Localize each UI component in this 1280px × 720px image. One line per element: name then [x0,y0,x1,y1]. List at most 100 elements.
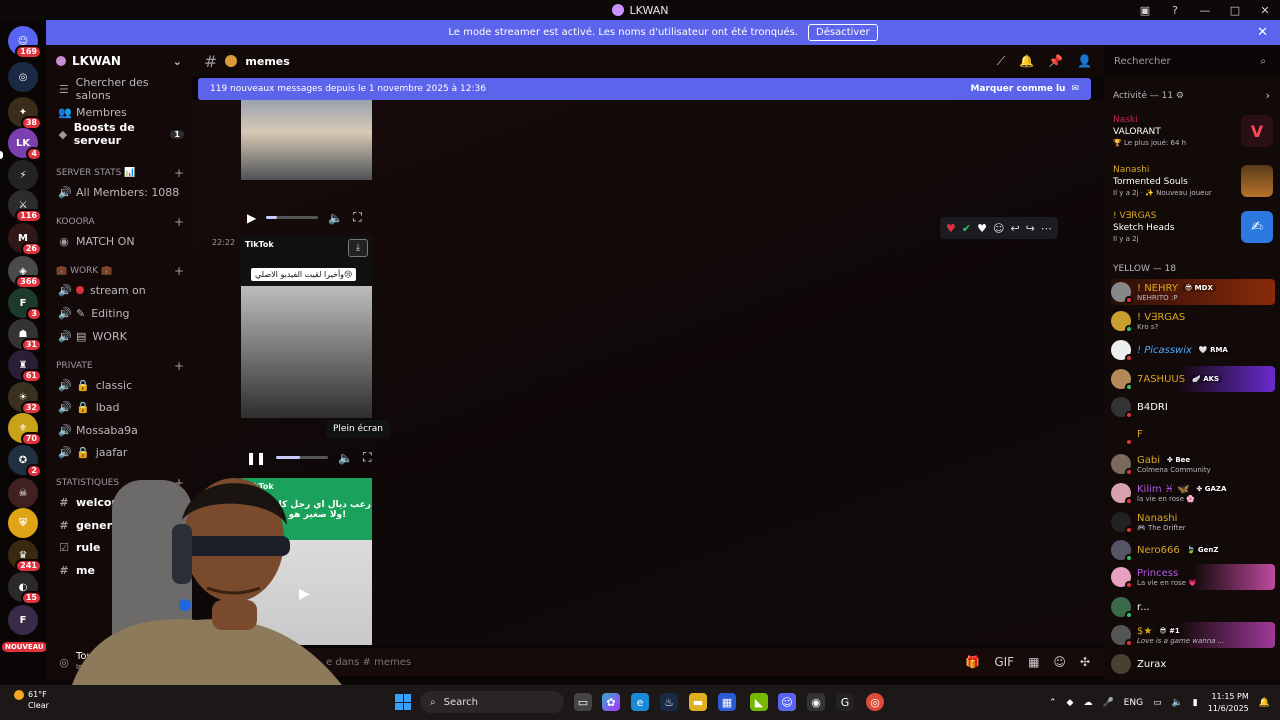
server-icon[interactable]: ☠ [8,478,38,508]
server-icon[interactable]: ⚡ [8,160,38,190]
channel-jaafar[interactable]: 🔊 🔒 jaafar [54,442,184,462]
copilot-icon[interactable]: ✿ [602,693,620,711]
channel-all-members[interactable]: 🔊 All Members: 1088 [54,182,184,202]
steam-icon[interactable]: ♨ [660,693,678,711]
add-channel-icon[interactable]: + [174,264,184,278]
new-messages-bar[interactable]: 119 nouveaux messages depuis le 1 novemb… [198,78,1091,100]
member-row[interactable]: Kilim ♓ 🦋 ✤ GAZA la vie en rose 🌸 [1111,480,1275,506]
category-koora[interactable]: KOOORA + [56,215,184,229]
volume-icon[interactable]: 🔈 [338,451,353,465]
channel-match-on[interactable]: ◉ MATCH ON [54,231,184,251]
sticker-icon[interactable]: ▦ [1028,655,1039,669]
emoji-picker-icon[interactable]: ☺ [1053,655,1066,669]
mark-as-read-button[interactable]: Marquer comme lu [970,84,1065,94]
channel-lbad[interactable]: 🔊 🔒 lbad [54,397,184,417]
forward-icon[interactable]: ↪ [1026,222,1035,235]
apps-icon[interactable]: ✣ [1080,655,1090,669]
category-server-stats[interactable]: SERVER STATS 📊 + [56,166,184,180]
browse-channels[interactable]: ☰ Chercher des salons [54,76,184,102]
app-icon[interactable]: G [836,693,854,711]
nvidia-icon[interactable]: ◣ [750,693,768,711]
chevron-right-icon[interactable]: › [1266,89,1270,102]
discord-taskbar-icon[interactable]: ☺ [778,693,796,711]
help-icon[interactable]: ? [1160,0,1190,20]
play-icon[interactable]: ▶ [247,211,256,225]
volume-icon[interactable]: 🔈 [1172,698,1183,708]
server-icon[interactable]: ◈ 366 [8,256,42,289]
activity-entry[interactable]: Naski VALORANT 🏆 Le plus joué: 64 h V [1113,115,1273,155]
inbox-icon[interactable]: ▣ [1130,0,1160,20]
video-progress[interactable] [266,216,319,219]
server-icon[interactable]: F3 [8,288,42,321]
tray-app-icon[interactable]: ◆ [1067,698,1074,708]
member-row[interactable]: ! Picasswix 🤍 RMA [1111,337,1275,363]
taskbar-search[interactable]: ⌕ Search [420,691,564,713]
server-icon[interactable]: ◐ 15 [8,572,42,605]
weather-widget[interactable]: 61°F Clear [14,689,49,711]
microphone-icon[interactable]: 🎤 [1102,698,1113,708]
members-item[interactable]: 👥 Membres [54,102,184,122]
member-list-icon[interactable]: 👤 [1077,54,1092,69]
more-icon[interactable]: ⋯ [1041,222,1052,235]
language-indicator[interactable]: ENG [1124,698,1143,708]
pause-icon[interactable]: ❚❚ [246,451,266,465]
chrome-icon[interactable]: ◎ [866,693,884,711]
channel-editing[interactable]: 🔊 ✎ Editing [54,303,184,323]
threads-icon[interactable]: ⟋ [997,54,1005,69]
category-private[interactable]: PRIVATE + [56,359,184,373]
member-row[interactable]: $★ 😎 #1 Love is a game wanna ... [1111,622,1275,648]
member-row[interactable]: r... [1111,594,1275,620]
add-channel-icon[interactable]: + [174,215,184,229]
close-window-icon[interactable]: ✕ [1250,0,1280,20]
server-icon-lkwan[interactable]: LK 4 [8,128,42,161]
member-row[interactable]: ! V∃RGAS Kro s? [1111,308,1275,334]
pin-icon[interactable]: 📌 [1048,54,1063,69]
gif-icon[interactable]: GIF [994,655,1014,669]
volume-icon[interactable]: 🔈 [328,211,343,225]
video-attachment[interactable]: TikTok وأخيرا لقيت الفيديو الاصلي😢 [241,236,372,418]
server-icon[interactable]: ⚔ 116 [8,190,42,223]
file-explorer-icon[interactable]: ▬ [689,693,707,711]
member-row[interactable]: ! NEHRY 😎 MDX NEHRITO :P [1111,279,1275,305]
video-attachment[interactable] [241,100,372,180]
download-icon[interactable]: ⤓ [348,239,368,257]
monitor-icon[interactable]: ▭ [1153,698,1162,708]
windows-start-icon[interactable] [395,694,411,710]
server-icon[interactable]: ♜ 61 [8,350,42,383]
member-row[interactable]: Gabi ✤ Bee Colmena Community [1111,451,1275,477]
add-channel-icon[interactable]: + [174,166,184,180]
add-channel-icon[interactable]: + [174,359,184,373]
server-icon[interactable]: ✦ 38 [8,97,42,130]
channel-work[interactable]: 🔊 ▤ WORK [54,326,184,346]
check-icon[interactable]: ✔ [962,222,971,235]
close-icon[interactable]: ✕ [1257,25,1268,40]
server-icon[interactable]: ⚜ 70 [8,413,42,446]
notification-icon[interactable]: 🔔 [1259,698,1270,708]
video-progress[interactable] [276,456,329,459]
reply-icon[interactable]: ↩ [1010,222,1019,235]
server-icon[interactable]: ☀ 32 [8,382,42,415]
member-row[interactable]: Nero666 🍃 GenZ [1111,537,1275,563]
disable-streamer-button[interactable]: Désactiver [808,24,878,41]
gift-icon[interactable]: 🎁 [965,655,980,669]
obs-icon[interactable]: ◉ [807,693,825,711]
clock[interactable]: 11:15 PM 11/6/2025 [1208,691,1249,715]
server-icon[interactable]: ♛ 241 [8,540,42,573]
guild-header[interactable]: LKWAN ⌄ [46,45,192,77]
channel-classic[interactable]: 🔊 🔒 classic [54,375,184,395]
member-row[interactable]: 7ASHUUS 🪽 AKS [1111,366,1275,392]
channel-mossaba9a[interactable]: 🔊 Mossaba9a [54,420,184,440]
category-work[interactable]: 💼 work 💼 + [56,264,184,278]
heart-white-icon[interactable]: ♥ [977,222,987,235]
bell-icon[interactable]: 🔔 [1019,54,1034,69]
channel-stream-on[interactable]: 🔊 stream on [54,280,184,300]
search-input[interactable]: Rechercher ⌕ [1106,50,1274,72]
member-row[interactable]: Zurax [1111,651,1275,677]
chevron-up-icon[interactable]: ⌃ [1049,698,1057,708]
edge-icon[interactable]: e [631,693,649,711]
server-icon[interactable]: ☗ 31 [8,319,42,352]
member-row[interactable]: F [1111,421,1275,447]
heart-red-icon[interactable]: ♥ [946,222,956,235]
fullscreen-icon[interactable]: ⛶ [353,210,361,225]
member-row[interactable]: Princess La vie en rose 💗 [1111,564,1275,590]
